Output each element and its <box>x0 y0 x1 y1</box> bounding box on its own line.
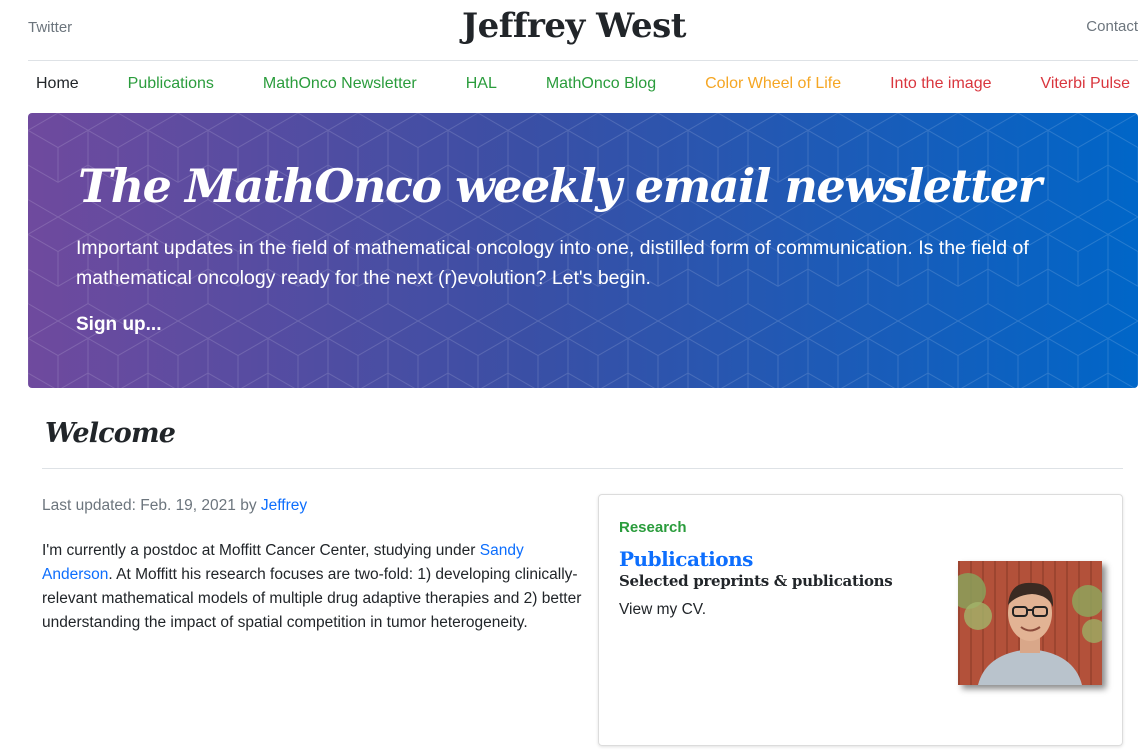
site-title[interactable]: Jeffrey West <box>0 6 1148 46</box>
card-category: Research <box>619 519 687 536</box>
main-nav: Home Publications MathOnco Newsletter HA… <box>28 61 1138 107</box>
newsletter-banner: The MathOnco weekly email newsletter Imp… <box>28 113 1138 388</box>
nav-hal[interactable]: HAL <box>466 75 497 93</box>
site-header: Twitter Jeffrey West Contact <box>0 0 1148 60</box>
card-publications-link[interactable]: Publications <box>619 547 753 571</box>
banner-lead: Important updates in the field of mathem… <box>76 237 1029 289</box>
last-updated-text: Last updated: Feb. 19, 2021 by <box>42 497 261 514</box>
welcome-heading: Welcome <box>45 418 176 449</box>
contact-link[interactable]: Contact <box>1086 18 1138 35</box>
profile-photo <box>958 561 1102 685</box>
bio-text-part2: . At Moffitt his research focuses are tw… <box>42 566 582 631</box>
card-subtitle: Selected preprints & publications <box>619 572 893 590</box>
nav-color-wheel-of-life[interactable]: Color Wheel of Life <box>705 75 841 93</box>
nav-home[interactable]: Home <box>36 75 79 93</box>
nav-into-the-image[interactable]: Into the image <box>890 75 991 93</box>
author-link[interactable]: Jeffrey <box>261 497 307 514</box>
nav-viterbi-pulse[interactable]: Viterbi Pulse <box>1040 75 1130 93</box>
banner-title: The MathOnco weekly email newsletter <box>78 159 1042 213</box>
card-cv-text: View my CV. <box>619 601 707 618</box>
last-updated: Last updated: Feb. 19, 2021 by Jeffrey <box>42 497 307 515</box>
welcome-divider <box>42 468 1123 469</box>
research-card: Research Publications Selected preprints… <box>598 494 1123 746</box>
bio-paragraph: I'm currently a postdoc at Moffitt Cance… <box>42 539 582 635</box>
nav-mathonco-blog[interactable]: MathOnco Blog <box>546 75 656 93</box>
nav-mathonco-newsletter[interactable]: MathOnco Newsletter <box>263 75 417 93</box>
profile-photo-illustration <box>958 561 1102 685</box>
signup-link[interactable]: Sign up... <box>76 314 162 336</box>
bio-text-part1: I'm currently a postdoc at Moffitt Cance… <box>42 542 480 559</box>
nav-publications[interactable]: Publications <box>128 75 214 93</box>
